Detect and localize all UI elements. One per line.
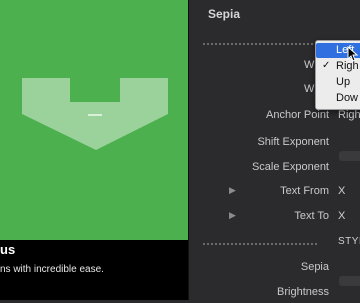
caption-title: us [0, 242, 16, 257]
param-row-sepia[interactable]: Sepia [189, 258, 360, 286]
param-row-brightness[interactable]: Brightness [189, 283, 360, 303]
param-label: Text To [294, 210, 329, 222]
param-label: Brightness [277, 286, 329, 298]
panel-title: Sepia [208, 7, 241, 21]
param-label: Scale Exponent [251, 161, 329, 173]
param-label: Anchor Point [266, 109, 329, 121]
param-label: Text From [280, 185, 329, 197]
section-label: STYL [338, 236, 360, 247]
disclosure-triangle-icon[interactable]: ▶ [229, 210, 236, 221]
param-row-shift-exponent[interactable]: Shift Exponent [189, 133, 360, 161]
param-row-text-from[interactable]: ▶ Text From X [189, 182, 360, 202]
param-value[interactable]: Righ [338, 109, 360, 121]
param-value[interactable]: X [338, 210, 345, 222]
disclosure-triangle-icon[interactable]: ▶ [229, 185, 236, 196]
divider [203, 243, 317, 245]
param-value[interactable]: X [338, 185, 345, 197]
param-row-scale-exponent[interactable]: Scale Exponent [189, 158, 360, 178]
param-label: Sepia [300, 261, 329, 273]
caption-subtitle: ns with incredible ease. [0, 264, 104, 275]
param-row-text-to[interactable]: ▶ Text To X [189, 207, 360, 227]
wipe-arrow-graphic [22, 78, 168, 166]
menu-item-label: Up [336, 76, 351, 88]
caption-bar: us ns with incredible ease. [0, 240, 188, 300]
param-label: Shift Exponent [257, 136, 329, 148]
menu-item-label: Dow [336, 92, 359, 104]
mouse-pointer-icon [347, 46, 359, 62]
menu-item-down[interactable]: Dow [316, 91, 360, 106]
video-preview: us ns with incredible ease. [0, 0, 188, 300]
menu-item-up[interactable]: Up [316, 75, 360, 90]
checkmark-icon: ✓ [322, 60, 331, 71]
divider [203, 43, 317, 45]
